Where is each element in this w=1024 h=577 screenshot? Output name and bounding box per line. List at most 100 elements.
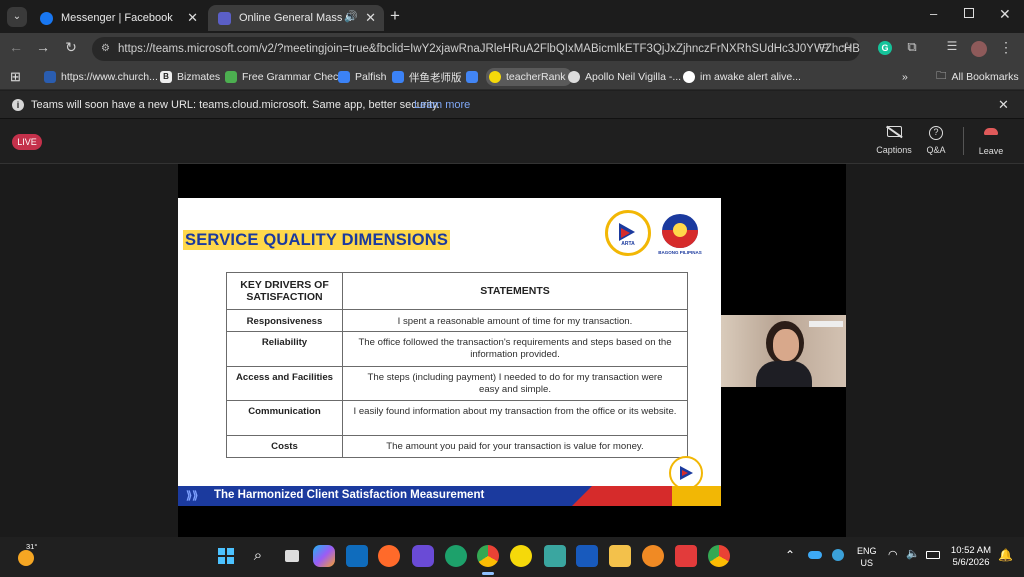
captions-button[interactable]: Captions	[874, 125, 914, 155]
battery-icon[interactable]	[926, 551, 940, 559]
minimize-button[interactable]: –	[930, 6, 937, 21]
word-icon[interactable]	[576, 545, 598, 567]
table-row: Costs The amount you paid for your trans…	[226, 435, 688, 458]
live-badge: LIVE	[12, 134, 42, 150]
statement-cell: I spent a reasonable amount of time for …	[342, 309, 688, 332]
tab-messenger[interactable]: Messenger | Facebook ✕	[30, 5, 206, 31]
meeting-stage: SERVICE QUALITY DIMENSIONS ARTA BAGONG P…	[0, 164, 1024, 537]
smiley-icon	[489, 71, 501, 83]
info-icon: i	[12, 99, 24, 111]
clock-date: 5/6/2026	[952, 557, 990, 568]
photos-icon[interactable]	[544, 545, 566, 567]
mixi-icon[interactable]	[412, 545, 434, 567]
clock-time: 10:52 AM	[950, 545, 992, 556]
service-quality-table: KEY DRIVERS OF SATISFACTION STATEMENTS R…	[226, 272, 688, 458]
captions-label: Captions	[876, 145, 912, 155]
bookmark-apollo[interactable]: Apollo Neil Vigilla -...	[568, 69, 681, 85]
folder-icon: 🗀	[936, 70, 947, 82]
reload-icon[interactable]: ↻	[61, 39, 81, 56]
banyu-icon	[392, 71, 404, 83]
menu-icon[interactable]: ⋮	[996, 39, 1016, 56]
volume-icon[interactable]: 🔈	[906, 547, 920, 560]
close-window-button[interactable]: ✕	[999, 6, 1011, 23]
bookmark-bizmates[interactable]: B Bizmates	[160, 69, 220, 85]
arta-emblem-small	[669, 456, 703, 490]
more-bookmarks-chevron-icon[interactable]: »	[902, 69, 908, 85]
profile-avatar[interactable]	[971, 41, 987, 57]
new-tab-button[interactable]: +	[390, 6, 400, 26]
learn-more-link[interactable]: Learn more	[414, 91, 470, 119]
captions-icon	[885, 125, 903, 138]
start-windows-icon[interactable]	[215, 545, 237, 567]
apps-icon[interactable]: ⊞	[10, 69, 21, 85]
bookmark-church[interactable]: https://www.church...	[44, 69, 158, 85]
phone-hangup-icon	[984, 128, 998, 135]
close-icon[interactable]: ✕	[365, 10, 376, 26]
cast-icon[interactable]: ▭	[814, 39, 834, 52]
onedrive-icon[interactable]	[808, 551, 822, 559]
tab-search-button[interactable]: ⌄	[7, 7, 27, 27]
qa-label: Q&A	[926, 145, 946, 155]
copilot-icon[interactable]	[313, 545, 335, 567]
search-icon[interactable]: ⌕	[247, 545, 269, 567]
chrome-profile-icon[interactable]	[708, 545, 730, 567]
wifi-icon[interactable]: ◠	[888, 548, 898, 561]
audio-playing-icon[interactable]: 🔊	[344, 10, 358, 23]
lang-bottom: US	[860, 558, 874, 568]
windows-taskbar: 31° ⌕ ⌃ ENG US ◠ 🔈 10:52 AM 5/6/2026 🔔	[0, 537, 1024, 577]
clock[interactable]: 10:52 AM 5/6/2026	[950, 545, 992, 569]
url-change-infobar: i Teams will soon have a new URL: teams.…	[0, 91, 1024, 119]
bookmark-banyu[interactable]: 伴鱼老师版	[392, 69, 462, 85]
slide-title-text: SERVICE QUALITY DIMENSIONS	[185, 231, 449, 249]
bookmark-grammar[interactable]: Free Grammar Chec...	[225, 69, 347, 85]
firefox-icon[interactable]	[378, 545, 400, 567]
language-indicator[interactable]: ENG US	[857, 545, 877, 569]
qa-button[interactable]: ? Q&A	[918, 126, 954, 155]
smiley-app-icon[interactable]	[510, 545, 532, 567]
active-app-indicator	[482, 572, 494, 575]
back-arrow-icon[interactable]: ←	[6, 39, 26, 55]
task-view-icon[interactable]	[281, 545, 303, 567]
close-icon[interactable]: ✕	[187, 10, 198, 26]
tab-teams-meeting[interactable]: Online General Mass Orient 🔊 ✕	[208, 5, 384, 31]
bookmark-label: Bizmates	[177, 71, 221, 83]
reading-list-icon[interactable]: ☰	[942, 39, 962, 53]
outlook-icon[interactable]	[346, 545, 368, 567]
all-bookmarks[interactable]: 🗀 All Bookmarks	[936, 69, 1019, 85]
grammarly-icon[interactable]: G	[878, 41, 892, 55]
qa-icon: ?	[929, 126, 943, 140]
bookmark-palfish[interactable]: Palfish	[338, 69, 387, 85]
address-bar[interactable]: ⚙ https://teams.microsoft.com/v2/?meetin…	[92, 37, 860, 61]
presenter-video[interactable]	[721, 315, 846, 387]
file-explorer-icon[interactable]	[609, 545, 631, 567]
sync-icon[interactable]	[832, 549, 844, 561]
google-icon	[683, 71, 695, 83]
weather-widget[interactable]: 31°	[16, 542, 38, 568]
forward-arrow-icon[interactable]: →	[33, 39, 53, 55]
arta-logo-label: ARTA	[621, 241, 635, 247]
church-icon	[44, 71, 56, 83]
bookmark-awake[interactable]: im awake alert alive...	[683, 69, 801, 85]
leave-button[interactable]: Leave	[974, 126, 1008, 156]
star-icon[interactable]: ☆	[837, 39, 857, 55]
bookmark-teacherrank[interactable]: teacherRank	[486, 68, 572, 86]
tab-title: Messenger | Facebook	[61, 12, 173, 24]
extensions-icon[interactable]: ⧉	[902, 39, 922, 55]
navigation-toolbar: ← → ↻ ⚙ https://teams.microsoft.com/v2/?…	[0, 33, 1024, 64]
bookmark-label: https://www.church...	[61, 71, 158, 83]
infobar-message: Teams will soon have a new URL: teams.cl…	[31, 99, 440, 111]
wps-icon[interactable]	[675, 545, 697, 567]
vpn-icon[interactable]	[642, 545, 664, 567]
restore-button[interactable]	[964, 8, 974, 18]
bookmark-docs[interactable]	[466, 69, 483, 85]
key-driver-cell: Responsiveness	[226, 309, 343, 332]
edge-icon[interactable]	[445, 545, 467, 567]
teams-icon	[218, 11, 231, 25]
tab-title: Online General Mass Orient	[239, 12, 351, 24]
show-hidden-icons-chevron-icon[interactable]: ⌃	[785, 548, 795, 562]
close-icon[interactable]: ✕	[998, 91, 1009, 119]
site-info-icon[interactable]: ⚙	[101, 37, 110, 61]
presentation-slide: SERVICE QUALITY DIMENSIONS ARTA BAGONG P…	[178, 198, 721, 506]
chrome-icon[interactable]	[477, 545, 499, 567]
notifications-bell-icon[interactable]: 🔔	[998, 548, 1013, 562]
